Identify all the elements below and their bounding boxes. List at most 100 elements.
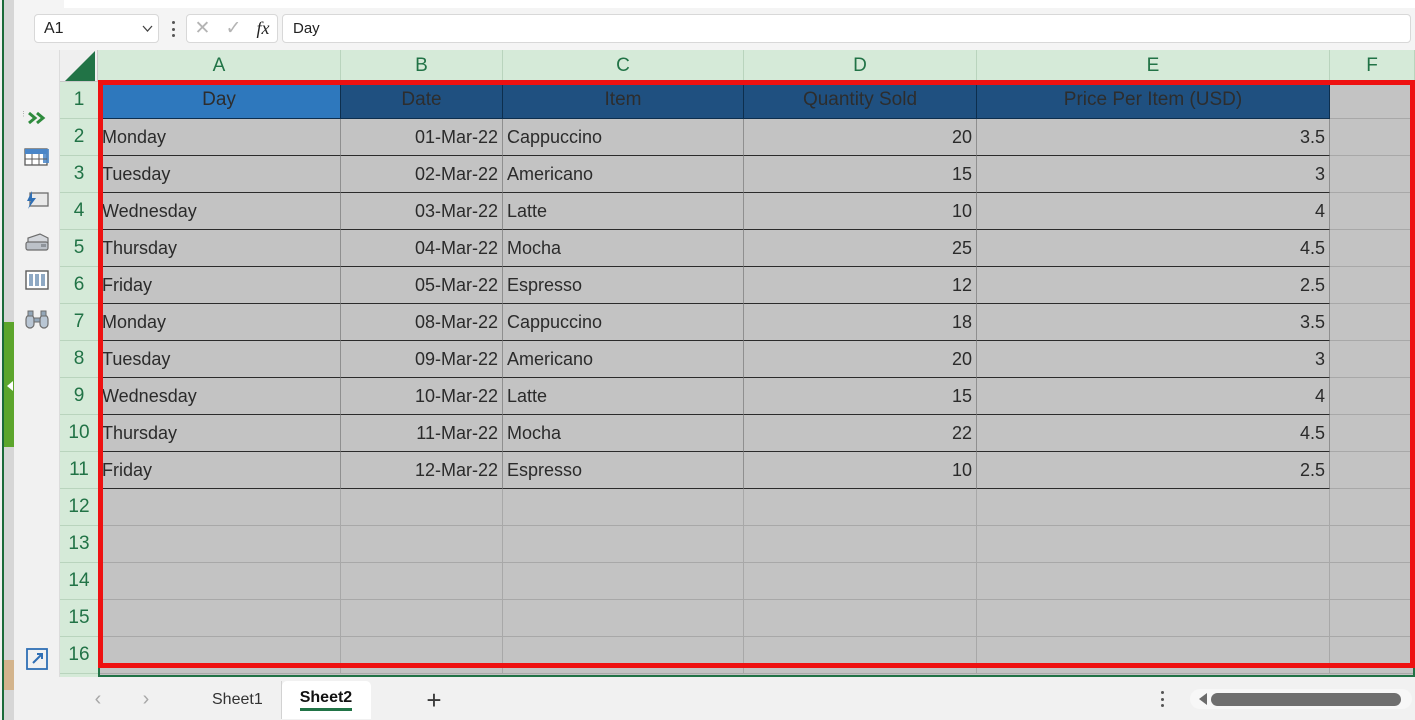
cell-F8[interactable] — [1330, 341, 1415, 378]
cell-B4[interactable]: 03-Mar-22 — [341, 193, 503, 230]
formula-input[interactable]: Day — [282, 14, 1411, 43]
cell-A11[interactable]: Friday — [98, 452, 341, 489]
cell-D16[interactable] — [744, 637, 977, 674]
cell-E14[interactable] — [977, 563, 1330, 600]
row-header-6[interactable]: 6 — [60, 267, 98, 304]
cell-E2[interactable]: 3.5 — [977, 119, 1330, 156]
cell-D2[interactable]: 20 — [744, 119, 977, 156]
column-header-e[interactable]: E — [977, 50, 1330, 82]
cell-F7[interactable] — [1330, 304, 1415, 341]
cell-B6[interactable]: 05-Mar-22 — [341, 267, 503, 304]
cell-A12[interactable] — [98, 489, 341, 526]
cell-B10[interactable]: 11-Mar-22 — [341, 415, 503, 452]
cell-D3[interactable]: 15 — [744, 156, 977, 193]
popout-icon[interactable] — [14, 638, 60, 680]
cell-C10[interactable]: Mocha — [503, 415, 744, 452]
fx-icon[interactable]: fx — [256, 18, 269, 39]
x-icon[interactable]: ✕ — [195, 19, 211, 38]
cell-C16[interactable] — [503, 637, 744, 674]
cell-C7[interactable]: Cappuccino — [503, 304, 744, 341]
cell-F3[interactable] — [1330, 156, 1415, 193]
presentation-icon[interactable] — [14, 180, 60, 220]
cell-B2[interactable]: 01-Mar-22 — [341, 119, 503, 156]
row-header-9[interactable]: 9 — [60, 378, 98, 415]
printer-icon[interactable] — [14, 222, 60, 262]
cell-A5[interactable]: Thursday — [98, 230, 341, 267]
cell-D10[interactable]: 22 — [744, 415, 977, 452]
table-header-cell-E1[interactable]: Price Per Item (USD) — [977, 82, 1330, 119]
cell-F6[interactable] — [1330, 267, 1415, 304]
expand-chevrons-icon[interactable] — [14, 98, 60, 138]
row-header-16[interactable]: 16 — [60, 637, 98, 674]
worksheet-grid[interactable]: ABCDEF 1 2 3 4 5 6 7 8 9 10 11 12 13 14 15 16 Day Date It… — [60, 50, 1415, 677]
spreadsheet-icon[interactable] — [14, 138, 60, 178]
cell-B16[interactable] — [341, 637, 503, 674]
add-sheet-button[interactable]: + — [419, 685, 449, 715]
cell-E16[interactable] — [977, 637, 1330, 674]
cell-B9[interactable]: 10-Mar-22 — [341, 378, 503, 415]
cell-C12[interactable] — [503, 489, 744, 526]
cell-A8[interactable]: Tuesday — [98, 341, 341, 378]
sheet-tab-sheet2[interactable]: Sheet2 — [281, 681, 372, 719]
cell-A2[interactable]: Monday — [98, 119, 341, 156]
cell-C4[interactable]: Latte — [503, 193, 744, 230]
cell-F1[interactable] — [1330, 82, 1415, 119]
cell-A14[interactable] — [98, 563, 341, 600]
table-header-cell-A1[interactable]: Day — [98, 82, 341, 119]
table-header-cell-C1[interactable]: Item — [503, 82, 744, 119]
sheet-tab-sheet1[interactable]: Sheet1 — [194, 681, 282, 719]
cell-D5[interactable]: 25 — [744, 230, 977, 267]
row-header-12[interactable]: 12 — [60, 489, 98, 526]
name-box-overflow-menu[interactable] — [166, 18, 180, 40]
cell-D15[interactable] — [744, 600, 977, 637]
chevron-right-icon[interactable]: › — [132, 688, 160, 711]
cell-D11[interactable]: 10 — [744, 452, 977, 489]
cell-E10[interactable]: 4.5 — [977, 415, 1330, 452]
cell-D7[interactable]: 18 — [744, 304, 977, 341]
table-header-cell-D1[interactable]: Quantity Sold — [744, 82, 977, 119]
cell-B11[interactable]: 12-Mar-22 — [341, 452, 503, 489]
cell-A6[interactable]: Friday — [98, 267, 341, 304]
cell-E13[interactable] — [977, 526, 1330, 563]
row-header-15[interactable]: 15 — [60, 600, 98, 637]
cell-A4[interactable]: Wednesday — [98, 193, 341, 230]
cell-F12[interactable] — [1330, 489, 1415, 526]
row-header-4[interactable]: 4 — [60, 193, 98, 230]
cell-F4[interactable] — [1330, 193, 1415, 230]
cell-D13[interactable] — [744, 526, 977, 563]
cell-B5[interactable]: 04-Mar-22 — [341, 230, 503, 267]
chevron-left-icon[interactable]: ‹ — [84, 688, 112, 711]
cell-E11[interactable]: 2.5 — [977, 452, 1330, 489]
cell-A9[interactable]: Wednesday — [98, 378, 341, 415]
cell-C6[interactable]: Espresso — [503, 267, 744, 304]
cell-E15[interactable] — [977, 600, 1330, 637]
binoculars-icon[interactable] — [14, 300, 60, 340]
scrollbar-thumb[interactable] — [1211, 692, 1401, 706]
cell-F14[interactable] — [1330, 563, 1415, 600]
column-header-b[interactable]: B — [341, 50, 503, 82]
column-header-c[interactable]: C — [503, 50, 744, 82]
cell-A10[interactable]: Thursday — [98, 415, 341, 452]
cell-E7[interactable]: 3.5 — [977, 304, 1330, 341]
chevron-left-icon[interactable] — [7, 381, 13, 391]
cell-F13[interactable] — [1330, 526, 1415, 563]
cell-C3[interactable]: Americano — [503, 156, 744, 193]
cell-F9[interactable] — [1330, 378, 1415, 415]
cell-B12[interactable] — [341, 489, 503, 526]
row-header-8[interactable]: 8 — [60, 341, 98, 378]
chevron-down-icon[interactable] — [136, 25, 158, 32]
row-header-3[interactable]: 3 — [60, 156, 98, 193]
cell-D4[interactable]: 10 — [744, 193, 977, 230]
row-header-10[interactable]: 10 — [60, 415, 98, 452]
row-header-5[interactable]: 5 — [60, 230, 98, 267]
table-header-cell-B1[interactable]: Date — [341, 82, 503, 119]
horizontal-scrollbar[interactable] — [1190, 689, 1412, 709]
check-icon[interactable]: ✓ — [225, 19, 241, 38]
row-header-14[interactable]: 14 — [60, 563, 98, 600]
row-header-11[interactable]: 11 — [60, 452, 98, 489]
cell-B7[interactable]: 08-Mar-22 — [341, 304, 503, 341]
columns-icon[interactable] — [14, 260, 60, 300]
cell-C11[interactable]: Espresso — [503, 452, 744, 489]
cell-E9[interactable]: 4 — [977, 378, 1330, 415]
cell-C14[interactable] — [503, 563, 744, 600]
